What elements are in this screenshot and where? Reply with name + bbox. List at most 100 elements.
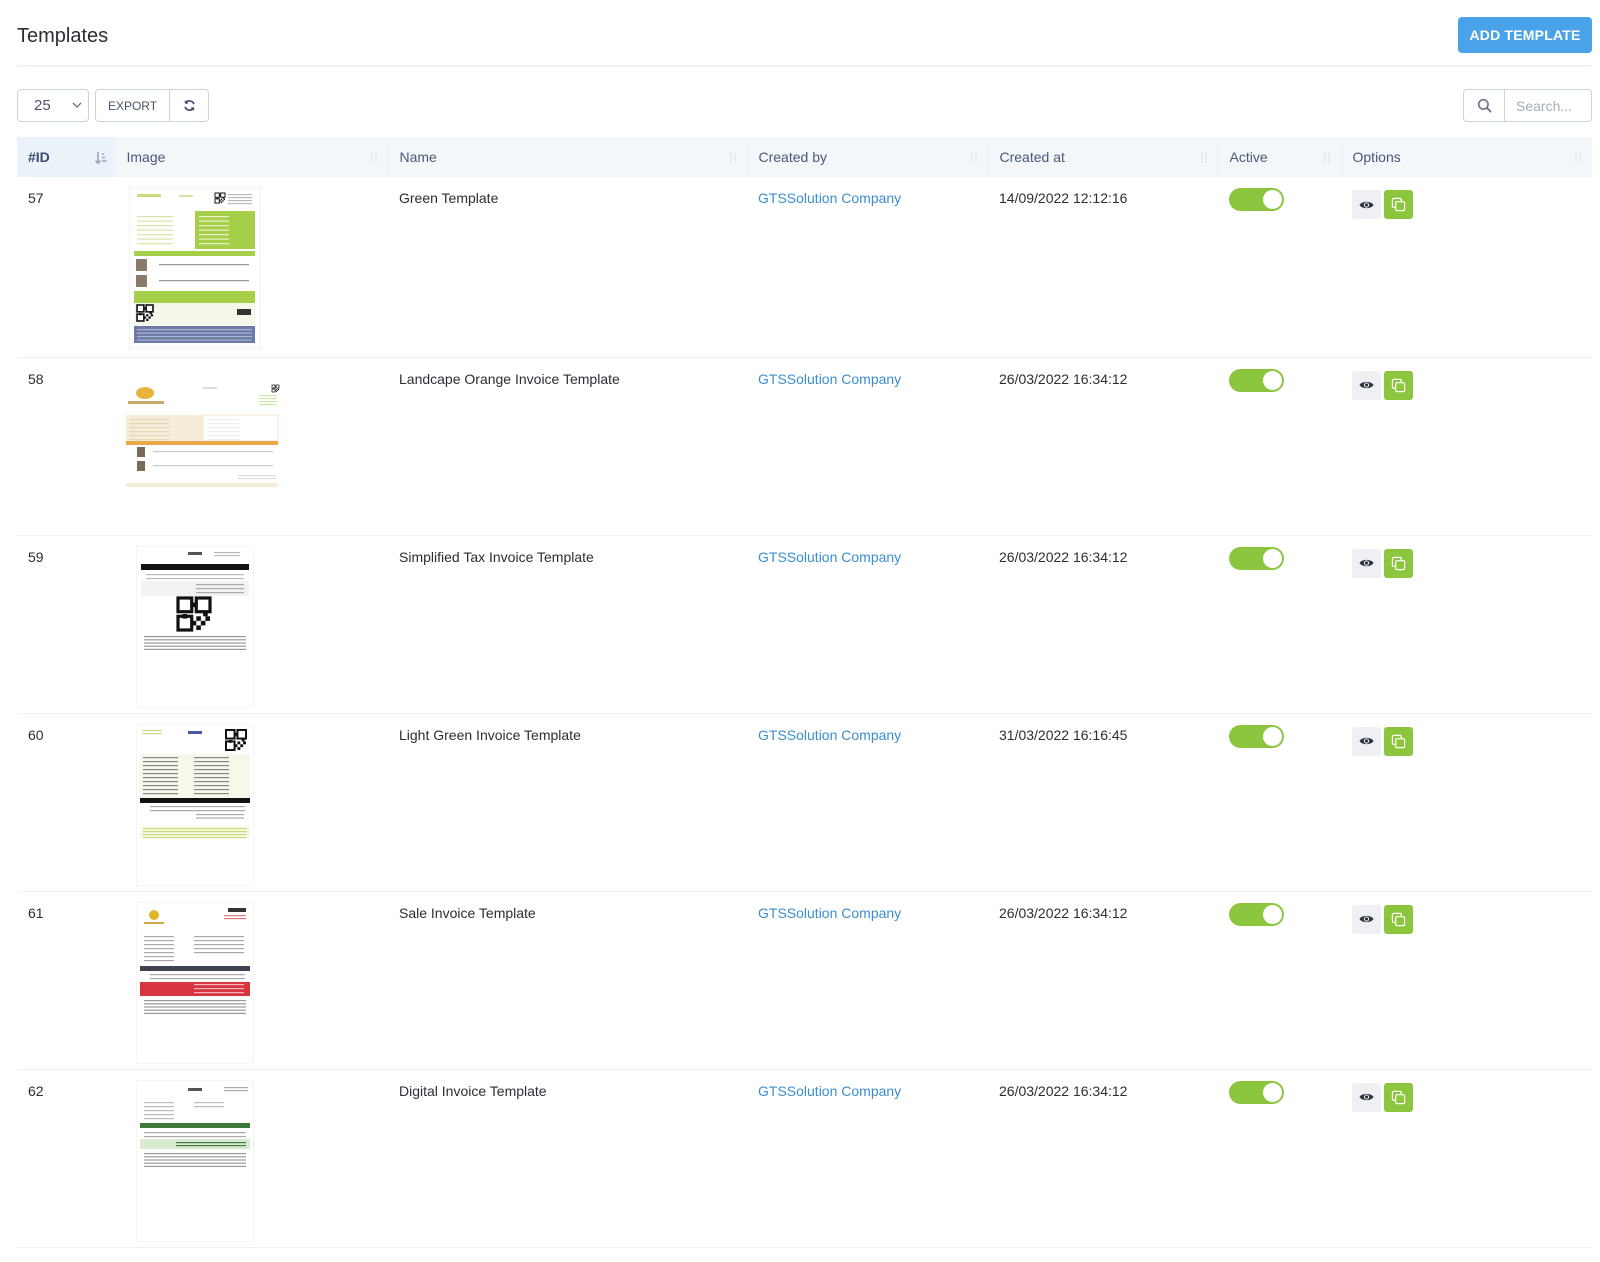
template-name: Light Green Invoice Template [399,726,581,743]
active-toggle[interactable] [1229,546,1284,570]
active-toggle[interactable] [1229,902,1284,926]
cell-created-by: GTSSolution Company [747,535,988,714]
template-thumbnail[interactable] [135,901,388,1067]
duplicate-button[interactable] [1384,726,1413,756]
duplicate-button[interactable] [1384,370,1413,400]
table-row: 57 Green Template GTSSolution Company 14… [17,177,1592,358]
template-thumbnail [135,545,255,708]
template-thumbnail[interactable] [123,380,388,492]
created-by-link[interactable]: GTSSolution Company [758,1083,901,1099]
toggle-knob [1263,370,1282,390]
created-by-link[interactable]: GTSSolution Company [758,549,901,565]
toggle-knob [1263,190,1282,209]
cell-active [1218,177,1341,358]
table-row: 58 Landcape Orange Invoice Template GTSS… [17,357,1592,536]
cell-active [1218,891,1341,1070]
column-header-created-by[interactable]: Created by [747,137,989,177]
created-by-link[interactable]: GTSSolution Company [758,727,901,743]
created-at-value: 31/03/2022 16:16:45 [999,726,1128,743]
preview-button[interactable] [1352,190,1381,219]
created-by-link[interactable]: GTSSolution Company [758,905,901,921]
refresh-button[interactable] [170,90,208,121]
created-by-link[interactable]: GTSSolution Company [758,371,901,387]
template-name: Digital Invoice Template [399,1082,547,1099]
cell-name: Landcape Orange Invoice Template [388,357,747,536]
cell-name: Light Green Invoice Template [388,713,747,892]
cell-image [115,891,388,1070]
template-thumbnail[interactable] [128,186,388,352]
sort-descending-icon [94,152,106,165]
column-header-active[interactable]: Active [1218,137,1342,177]
add-template-button[interactable]: ADD TEMPLATE [1458,17,1592,53]
search-input[interactable] [1505,90,1591,121]
created-by-link[interactable]: GTSSolution Company [758,190,901,206]
template-name: Simplified Tax Invoice Template [399,548,594,565]
export-button-group: EXPORT [95,89,209,122]
duplicate-button[interactable] [1384,1082,1413,1112]
page-size-value: 25 [34,97,51,114]
cell-image [115,713,388,892]
row-options [1352,190,1592,219]
cell-options [1341,713,1592,892]
cell-created-at: 26/03/2022 16:34:12 [988,535,1218,714]
toggle-knob [1263,548,1282,568]
copy-icon [1391,378,1406,392]
table-row: 59 Simplified Tax Invoice Template GTSSo… [17,535,1592,714]
cell-active [1218,713,1341,892]
export-button[interactable]: EXPORT [96,90,170,121]
cell-created-at: 31/03/2022 16:16:45 [988,713,1218,892]
cell-options [1341,891,1592,1070]
cell-options [1341,535,1592,714]
cell-created-by: GTSSolution Company [747,177,988,358]
cell-name: Simplified Tax Invoice Template [388,535,747,714]
template-thumbnail[interactable] [135,545,388,711]
eye-icon [1359,381,1374,389]
duplicate-button[interactable] [1384,548,1413,578]
table-row: 60 Light Green Invoice Template GTSSolut… [17,713,1592,892]
template-thumbnail [135,1079,255,1242]
sort-icon [1575,153,1581,163]
templates-table: #ID Image Name Created by Created at Act… [17,137,1592,1248]
template-thumbnail [135,901,255,1064]
eye-icon [1359,559,1374,567]
template-name: Green Template [399,190,499,206]
page-header: Templates ADD TEMPLATE [17,0,1592,67]
template-thumbnail[interactable] [135,1079,388,1245]
column-header-created-at[interactable]: Created at [988,137,1219,177]
template-id: 61 [28,904,44,921]
column-header-id[interactable]: #ID [17,137,116,177]
copy-icon [1391,197,1406,212]
search-icon [1477,98,1492,113]
copy-icon [1391,556,1406,570]
page-size-select[interactable]: 25 [17,89,89,122]
template-thumbnail[interactable] [135,723,388,889]
row-options [1352,548,1592,578]
cell-id: 62 [17,1069,115,1248]
duplicate-button[interactable] [1384,190,1413,219]
duplicate-button[interactable] [1384,904,1413,934]
active-toggle[interactable] [1229,724,1284,748]
cell-image [115,535,388,714]
preview-button[interactable] [1352,548,1381,578]
preview-button[interactable] [1352,726,1381,756]
cell-created-by: GTSSolution Company [747,891,988,1070]
cell-id: 59 [17,535,115,714]
preview-button[interactable] [1352,370,1381,400]
template-thumbnail [123,380,281,489]
active-toggle[interactable] [1229,368,1284,392]
cell-image [115,357,388,536]
cell-created-at: 26/03/2022 16:34:12 [988,891,1218,1070]
preview-button[interactable] [1352,1082,1381,1112]
template-id: 58 [28,370,44,387]
column-header-name[interactable]: Name [388,137,748,177]
eye-icon [1359,1093,1374,1101]
search-button[interactable] [1464,90,1505,121]
active-toggle[interactable] [1229,1080,1284,1104]
cell-id: 58 [17,357,115,536]
preview-button[interactable] [1352,904,1381,934]
column-header-image[interactable]: Image [115,137,389,177]
cell-options [1341,357,1592,536]
table-header-row: #ID Image Name Created by Created at Act… [17,137,1592,177]
created-at-value: 26/03/2022 16:34:12 [999,370,1128,387]
active-toggle[interactable] [1229,188,1284,211]
